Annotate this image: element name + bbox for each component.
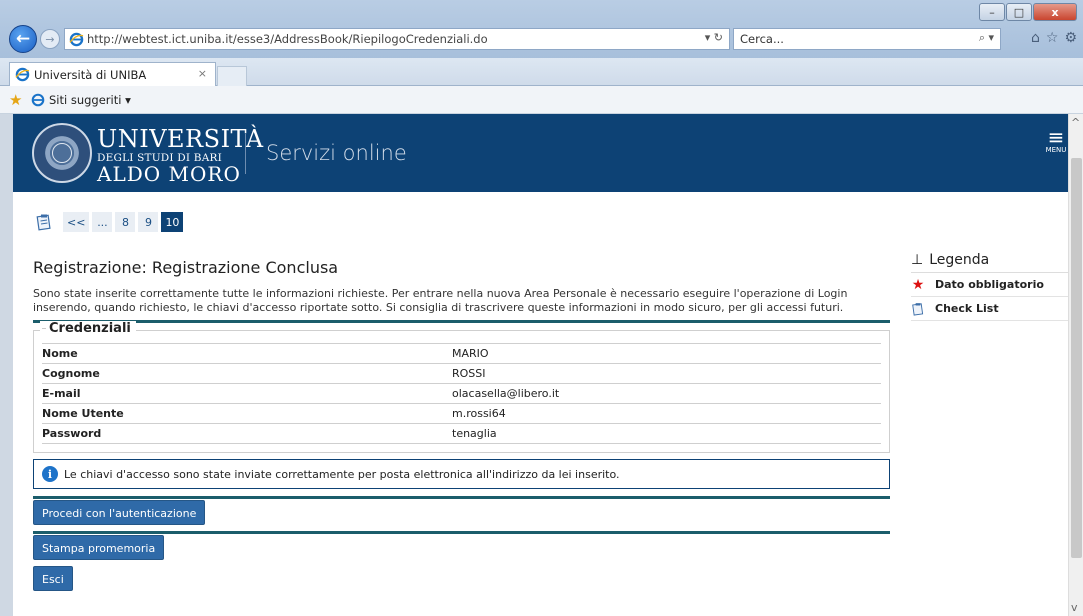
exit-button[interactable]: Esci — [33, 566, 73, 591]
intro-text: Sono state inserite correttamente tutte … — [33, 287, 848, 314]
minimize-button[interactable]: – — [979, 3, 1005, 21]
ie-icon — [69, 32, 84, 47]
legend-item-checklist[interactable]: Check List — [911, 297, 1068, 321]
asterisk-icon: ★ — [911, 276, 925, 293]
ie-favorites-icon — [31, 93, 45, 107]
credential-value: m.rossi64 — [452, 403, 881, 424]
legend-item-label: Dato obbligatorio — [935, 278, 1044, 291]
window-controls: – □ x — [978, 3, 1077, 21]
legend-title: Legenda — [929, 252, 990, 268]
pager-first[interactable]: << — [63, 212, 90, 232]
arrow-right-icon: → — [45, 32, 55, 46]
checklist-icon — [912, 302, 924, 316]
credential-label: Password — [42, 423, 452, 444]
suggested-sites-link[interactable]: Siti suggeriti ▾ — [49, 93, 131, 107]
legend-sidebar: ⊥ Legenda ★ Dato obbligatorio Check List — [911, 252, 1068, 321]
section-rule — [33, 320, 890, 323]
browser-tab[interactable]: Università di UNIBA × — [9, 62, 216, 86]
credential-label: Cognome — [42, 363, 452, 384]
table-row: Cognome ROSSI — [42, 363, 881, 384]
forward-button[interactable]: → — [40, 29, 60, 49]
address-bar[interactable]: http://webtest.ict.uniba.it/esse3/Addres… — [64, 28, 730, 50]
close-window-button[interactable]: x — [1033, 3, 1077, 21]
gear-icon[interactable]: ⚙ — [1064, 30, 1077, 46]
credential-label: E-mail — [42, 383, 452, 404]
search-placeholder: Cerca... — [740, 32, 784, 46]
logo-line-3: ALDO MORO — [97, 162, 241, 186]
vertical-scrollbar[interactable]: ^ v — [1068, 114, 1083, 616]
pager-step-9[interactable]: 9 — [138, 212, 159, 232]
credential-value: ROSSI — [452, 363, 881, 384]
step-pager: << ... 8 9 10 — [35, 212, 184, 232]
maximize-button[interactable]: □ — [1006, 3, 1032, 21]
back-button[interactable]: ← — [9, 25, 37, 53]
scroll-thumb[interactable] — [1071, 158, 1082, 558]
credentials-table: Nome MARIO Cognome ROSSI E-mail olacasel… — [42, 343, 881, 444]
credentials-legend: Credenziali — [40, 321, 136, 336]
add-favorites-star-icon[interactable]: ★ — [9, 91, 22, 109]
table-row: Nome Utente m.rossi64 — [42, 403, 881, 424]
arrow-left-icon: ← — [15, 29, 31, 49]
home-icon[interactable]: ⌂ — [1031, 30, 1040, 46]
info-message: Le chiavi d'accesso sono state inviate c… — [64, 467, 620, 481]
page-viewport: UNIVERSITÀ DEGLI STUDI DI BARI ALDO MORO… — [13, 114, 1068, 616]
info-icon: i — [42, 466, 58, 482]
tab-strip: Università di UNIBA × — [0, 58, 1083, 86]
checklist-icon[interactable] — [35, 213, 53, 231]
pin-icon: ⊥ — [911, 252, 924, 268]
table-row: E-mail olacasella@libero.it — [42, 383, 881, 404]
pager-ellipsis[interactable]: ... — [92, 212, 113, 232]
credential-label: Nome Utente — [42, 403, 452, 424]
browser-toolbar-icons: ⌂ ☆ ⚙ — [1031, 30, 1077, 46]
legend-item-label: Check List — [935, 302, 999, 315]
authenticate-button[interactable]: Procedi con l'autenticazione — [33, 500, 206, 525]
section-title: Servizi online — [266, 141, 407, 165]
header-divider — [245, 134, 246, 174]
refresh-icon[interactable]: ▾ ↻ — [705, 31, 723, 44]
university-seal-icon[interactable] — [32, 123, 92, 183]
info-message-box: i Le chiavi d'accesso sono state inviate… — [33, 459, 890, 489]
section-rule — [33, 531, 890, 534]
ie-tab-icon — [15, 67, 30, 82]
pager-step-8[interactable]: 8 — [115, 212, 136, 232]
url-text: http://webtest.ict.uniba.it/esse3/Addres… — [87, 32, 488, 46]
credential-value: tenaglia — [452, 423, 881, 444]
site-header: UNIVERSITÀ DEGLI STUDI DI BARI ALDO MORO… — [13, 114, 1068, 192]
menu-label: MENU — [1045, 146, 1067, 154]
search-icon[interactable]: ⌕ ▾ — [979, 31, 994, 45]
scroll-up-icon[interactable]: ^ — [1071, 116, 1080, 129]
favorites-star-icon[interactable]: ☆ — [1046, 30, 1059, 46]
main-content: Registrazione: Registrazione Conclusa So… — [33, 258, 890, 591]
legend-header: ⊥ Legenda — [911, 252, 1068, 273]
print-reminder-button[interactable]: Stampa promemoria — [33, 535, 165, 560]
page-title: Registrazione: Registrazione Conclusa — [33, 258, 339, 277]
new-tab-button[interactable] — [217, 66, 247, 86]
legend-item-required: ★ Dato obbligatorio — [911, 273, 1068, 297]
credentials-fieldset: Credenziali Nome MARIO Cognome ROSSI E-m… — [33, 321, 890, 453]
scroll-down-icon[interactable]: v — [1071, 601, 1078, 614]
credential-value: MARIO — [452, 343, 881, 364]
favorites-bar: ★ Siti suggeriti ▾ — [0, 86, 1083, 114]
tab-close-icon[interactable]: × — [198, 67, 207, 80]
search-input[interactable]: Cerca... ⌕ ▾ — [733, 28, 1001, 50]
browser-titlebar: – □ x ← → http://webtest.ict.uniba.it/es… — [0, 0, 1083, 58]
menu-button[interactable]: ≡ MENU — [1044, 125, 1068, 154]
table-row: Password tenaglia — [42, 423, 881, 444]
credential-label: Nome — [42, 343, 452, 364]
pager-step-10[interactable]: 10 — [161, 212, 184, 232]
navigation-row: ← → http://webtest.ict.uniba.it/esse3/Ad… — [0, 22, 1083, 54]
hamburger-icon: ≡ — [1047, 125, 1065, 149]
section-rule — [33, 496, 890, 499]
tab-title: Università di UNIBA — [34, 67, 147, 82]
credential-value: olacasella@libero.it — [452, 383, 881, 404]
table-row: Nome MARIO — [42, 343, 881, 364]
logo-line-1: UNIVERSITÀ — [97, 125, 264, 153]
